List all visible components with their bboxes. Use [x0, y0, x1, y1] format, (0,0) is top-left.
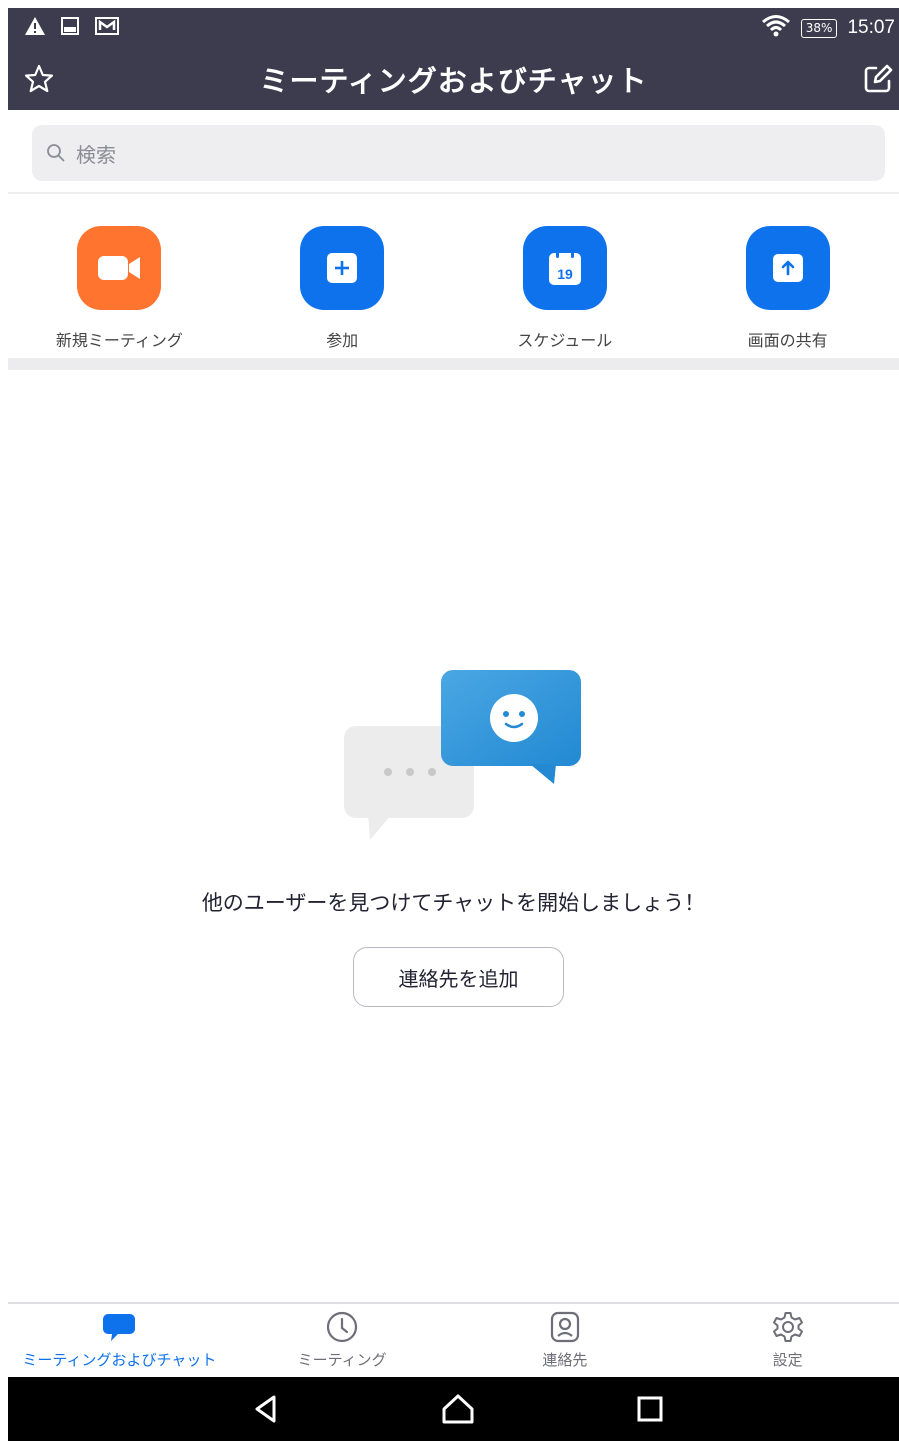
home-button[interactable] [440, 1391, 476, 1427]
quick-actions: 新規ミーティング 参加 19 スケジュール 画面の共有 [8, 196, 899, 358]
gear-icon [771, 1310, 805, 1344]
home-icon [442, 1394, 474, 1424]
bottom-tab-bar: ミーティングおよびチャット ミーティング 連絡先 設定 [8, 1302, 899, 1377]
tab-contacts[interactable]: 連絡先 [454, 1304, 677, 1377]
chat-bubble-icon [102, 1310, 136, 1344]
tab-meetings[interactable]: ミーティング [231, 1304, 454, 1377]
new-meeting-button[interactable] [77, 226, 162, 310]
new-meeting-action[interactable]: 新規ミーティング [8, 196, 231, 358]
status-bar: 38% 15:07 [8, 8, 899, 46]
section-divider [8, 358, 899, 370]
gallery-notification-icon [94, 16, 120, 40]
compose-icon [864, 64, 893, 93]
tab-label: 連絡先 [542, 1351, 588, 1369]
empty-state-message: 他のユーザーを見つけてチャットを開始しましょう！ [201, 891, 706, 915]
search-input[interactable]: 検索 [32, 125, 885, 181]
battery-indicator: 38% [800, 18, 838, 38]
chat-illustration [342, 664, 582, 840]
new-meeting-label: 新規ミーティング [55, 331, 183, 350]
wifi-icon [761, 14, 791, 42]
share-screen-label: 画面の共有 [747, 331, 828, 350]
image-notification-icon [60, 16, 80, 40]
recents-button[interactable] [632, 1391, 668, 1427]
recents-square-icon [637, 1396, 663, 1422]
share-screen-action[interactable]: 画面の共有 [676, 196, 899, 358]
clock-time: 15:07 [847, 17, 895, 38]
system-nav-bar [8, 1377, 899, 1441]
schedule-label: スケジュール [517, 331, 613, 350]
schedule-button[interactable]: 19 [522, 226, 607, 310]
search-icon [47, 144, 65, 162]
warning-icon [24, 16, 46, 40]
tab-settings[interactable]: 設定 [676, 1304, 899, 1377]
compose-button[interactable] [859, 60, 897, 98]
tab-label: ミーティング [297, 1351, 387, 1369]
calendar-day: 19 [557, 266, 573, 282]
app-header: 38% 15:07 ミーティングおよびチャット [8, 8, 899, 110]
tab-label: 設定 [772, 1351, 803, 1369]
calendar-icon: 19 [548, 250, 581, 285]
share-screen-icon [772, 254, 803, 282]
contact-icon [548, 1310, 582, 1344]
join-action[interactable]: 参加 [231, 196, 454, 358]
plus-icon [327, 253, 358, 283]
share-screen-button[interactable] [745, 226, 830, 310]
app-window: 38% 15:07 ミーティングおよびチャット 検索 新規ミーティング 参加 1… [8, 8, 899, 1441]
tab-meetings-and-chat[interactable]: ミーティングおよびチャット [8, 1304, 231, 1377]
tab-label: ミーティングおよびチャット [22, 1351, 217, 1369]
search-section: 検索 [8, 110, 899, 194]
join-label: 参加 [326, 331, 359, 350]
add-contact-button[interactable]: 連絡先を追加 [353, 947, 564, 1007]
clock-icon [325, 1310, 359, 1344]
back-triangle-icon [255, 1395, 276, 1423]
video-camera-icon [98, 256, 141, 280]
back-button[interactable] [248, 1391, 284, 1427]
join-button[interactable] [300, 226, 385, 310]
search-placeholder: 検索 [76, 142, 116, 167]
page-title: ミーティングおよびチャット [259, 64, 648, 98]
title-bar: ミーティングおよびチャット [8, 48, 899, 110]
schedule-action[interactable]: 19 スケジュール [454, 196, 677, 358]
